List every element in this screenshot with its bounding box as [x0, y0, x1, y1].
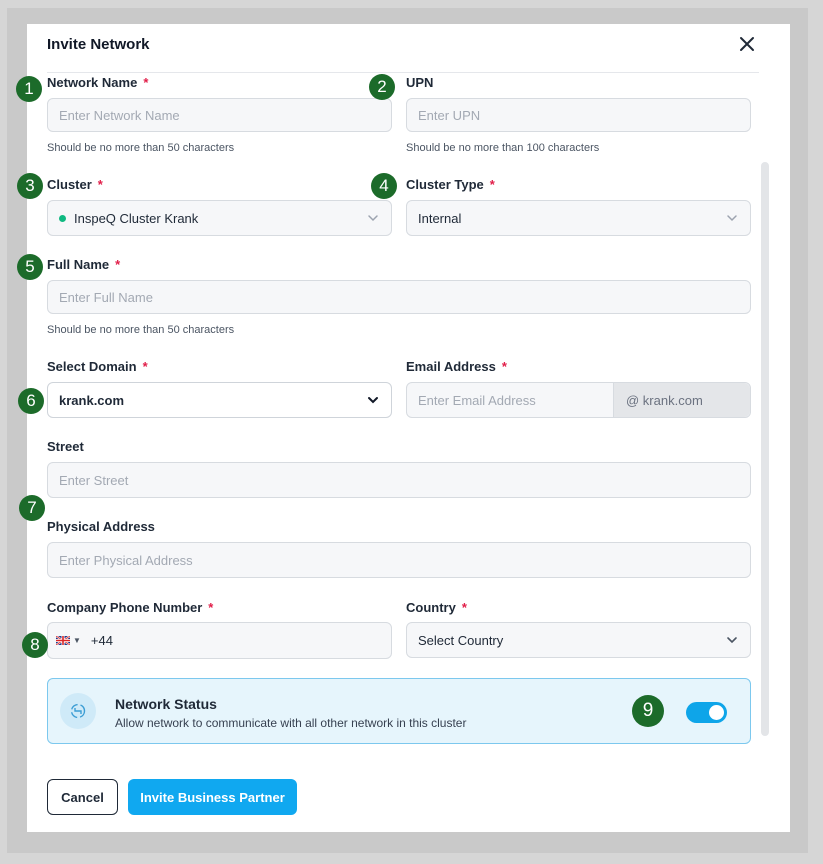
- cluster-type-value: Internal: [418, 210, 462, 226]
- street-input[interactable]: [47, 462, 751, 498]
- cluster-type-label: Cluster Type *: [406, 177, 495, 192]
- annotation-badge-7: 7: [19, 495, 45, 521]
- street-label: Street: [47, 439, 84, 454]
- domain-label: Select Domain *: [47, 359, 148, 374]
- domain-select-value: krank.com: [59, 392, 125, 408]
- close-icon[interactable]: [735, 32, 759, 56]
- annotation-badge-1: 1: [16, 76, 42, 102]
- country-select-value: Select Country: [418, 632, 504, 648]
- chevron-down-icon: [727, 215, 737, 222]
- annotation-badge-6: 6: [18, 388, 44, 414]
- invite-network-modal: Invite Network Network Name* Should be n…: [27, 24, 790, 832]
- network-status-toggle[interactable]: [686, 702, 727, 723]
- chevron-down-icon: [368, 397, 378, 404]
- email-domain-suffix: @ krank.com: [613, 383, 750, 417]
- domain-select[interactable]: krank.com: [47, 382, 392, 418]
- physical-address-input[interactable]: [47, 542, 751, 578]
- country-label: Country *: [406, 600, 467, 615]
- cluster-label: Cluster *: [47, 177, 103, 192]
- modal-scrollbar[interactable]: [761, 162, 769, 736]
- modal-title: Invite Network: [47, 36, 150, 53]
- network-status-description: Allow network to communicate with all ot…: [115, 716, 467, 730]
- phone-input[interactable]: ▼ +44: [47, 622, 392, 659]
- network-name-input[interactable]: [47, 98, 392, 132]
- annotation-badge-3: 3: [17, 173, 43, 199]
- network-name-label: Network Name *: [47, 75, 149, 90]
- annotation-badge-4: 4: [371, 173, 397, 199]
- uk-flag-icon[interactable]: [56, 636, 70, 645]
- network-status-title: Network Status: [115, 696, 217, 712]
- sync-icon: [60, 693, 96, 729]
- cluster-select[interactable]: InspeQ Cluster Krank: [47, 200, 392, 236]
- network-name-hint: Should be no more than 50 characters: [47, 142, 235, 154]
- full-name-hint: Should be no more than 50 characters: [47, 324, 235, 336]
- phone-country-code: +44: [90, 633, 113, 648]
- cluster-status-dot: [59, 214, 66, 222]
- annotation-badge-9: 9: [632, 695, 664, 727]
- physical-address-label: Physical Address: [47, 519, 155, 534]
- upn-input[interactable]: [406, 98, 751, 132]
- cluster-select-value: InspeQ Cluster Krank: [74, 210, 199, 226]
- phone-label: Company Phone Number *: [47, 600, 214, 615]
- invite-business-partner-button[interactable]: Invite Business Partner: [128, 779, 297, 815]
- header-divider: [47, 72, 759, 73]
- chevron-down-icon: [727, 637, 737, 644]
- cancel-button[interactable]: Cancel: [47, 779, 118, 815]
- upn-label: UPN: [406, 75, 434, 90]
- email-label: Email Address *: [406, 359, 507, 374]
- toggle-knob: [709, 705, 724, 720]
- country-code-dropdown-icon[interactable]: ▼: [73, 636, 81, 645]
- full-name-input[interactable]: [47, 280, 751, 314]
- annotation-badge-5: 5: [17, 254, 43, 280]
- country-select[interactable]: Select Country: [406, 622, 751, 658]
- cluster-type-select[interactable]: Internal: [406, 200, 751, 236]
- annotation-badge-2: 2: [369, 74, 395, 100]
- full-name-label: Full Name *: [47, 257, 121, 272]
- annotation-badge-8: 8: [22, 632, 48, 658]
- chevron-down-icon: [368, 215, 378, 222]
- upn-hint: Should be no more than 100 characters: [406, 142, 600, 154]
